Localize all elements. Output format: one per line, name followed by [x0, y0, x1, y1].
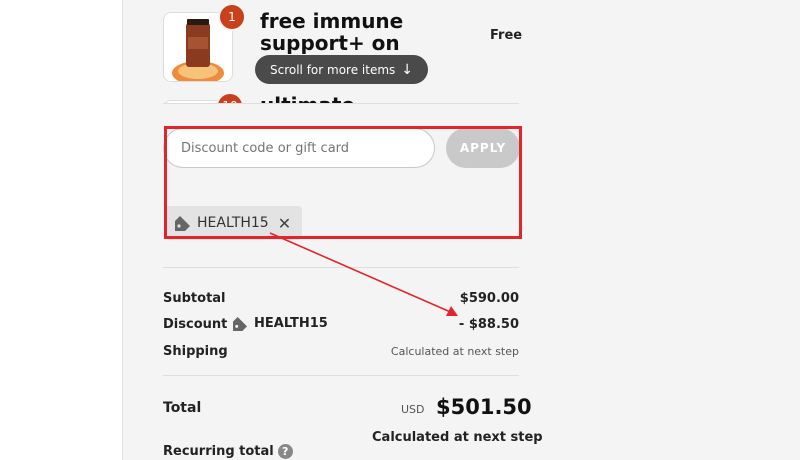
- help-icon[interactable]: ?: [277, 444, 293, 459]
- recurring-total: Recurring total ?: [163, 444, 293, 459]
- tag-icon: [232, 316, 248, 331]
- shipping-value: Calculated at next step: [390, 345, 519, 358]
- subtotal-value: $590.00: [459, 291, 519, 306]
- total-value: $501.50: [436, 395, 532, 419]
- currency-code: USD: [401, 403, 425, 416]
- subtotal-label: Subtotal: [163, 291, 226, 306]
- total-label: Total: [163, 400, 202, 416]
- discount-code-tag: HEALTH15: [232, 316, 328, 331]
- recurring-total-label: Recurring total: [163, 444, 274, 459]
- recurring-note: Calculated at next step: [372, 430, 543, 445]
- discount-code-text: HEALTH15: [254, 316, 328, 331]
- divider: [163, 375, 519, 376]
- annotation-arrow: [269, 232, 458, 316]
- shipping-label: Shipping: [163, 344, 228, 359]
- discount-value: - $88.50: [458, 317, 519, 332]
- discount-label: Discount: [163, 317, 228, 332]
